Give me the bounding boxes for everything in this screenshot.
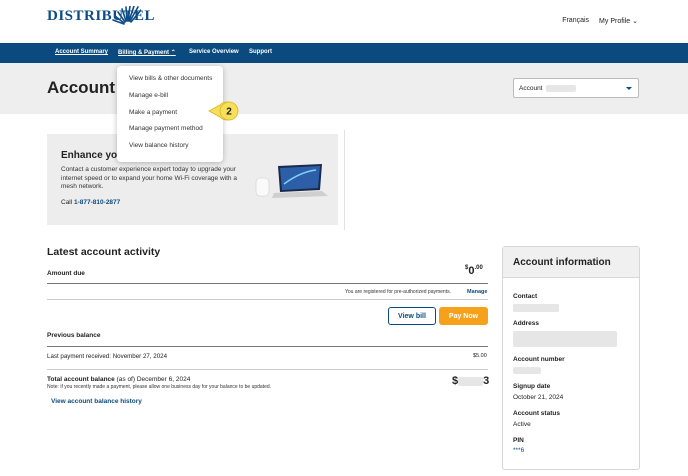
menu-item-view-balance-history[interactable]: View balance history xyxy=(129,142,189,149)
manage-link[interactable]: Manage xyxy=(467,289,487,295)
total-balance-date: (as of) December 6, 2024 xyxy=(116,376,191,383)
pin-label: PIN xyxy=(513,437,524,444)
menu-item-view-bills[interactable]: View bills & other documents xyxy=(129,75,212,82)
previous-balance-divider xyxy=(47,346,488,347)
total-redacted xyxy=(458,376,484,386)
total-balance-label-text: Total account balance xyxy=(47,376,115,383)
language-link[interactable]: Français xyxy=(562,17,589,25)
activity-title: Latest account activity xyxy=(47,246,161,258)
nav-service-overview[interactable]: Service Overview xyxy=(189,49,239,55)
contact-label: Contact xyxy=(513,293,538,300)
signup-date-label: Signup date xyxy=(513,383,551,390)
amount-divider xyxy=(47,283,488,284)
account-status-label: Account status xyxy=(513,410,560,417)
step-callout-badge: 2 xyxy=(208,101,239,121)
last-payment-text: Last payment received: November 27, 2024 xyxy=(47,353,168,360)
signup-date-value: October 21, 2024 xyxy=(513,394,564,401)
phone-link[interactable]: 1-877-810-2877 xyxy=(74,199,120,206)
balance-history-link[interactable]: View account balance history xyxy=(51,398,142,405)
account-status-value: Active xyxy=(513,421,531,428)
preauth-text: You are registered for pre-authorized pa… xyxy=(345,289,451,295)
total-balance-value: $ 3 xyxy=(452,375,489,387)
last-payment-amount: $5.00 xyxy=(473,353,487,359)
menu-item-manage-ebill[interactable]: Manage e-bill xyxy=(129,92,168,99)
menu-item-make-payment[interactable]: Make a payment xyxy=(129,109,177,116)
account-number-label: Account number xyxy=(513,356,565,363)
account-number-redacted xyxy=(513,367,541,374)
view-bill-button[interactable]: View bill xyxy=(388,307,436,325)
chevron-up-icon: ⌃ xyxy=(170,50,176,56)
nav-billing-payment[interactable]: Billing & Payment ⌃ xyxy=(118,49,176,56)
my-profile-menu[interactable]: My Profile ⌄ xyxy=(599,17,638,25)
preauth-divider xyxy=(47,299,488,300)
menu-item-manage-payment-method[interactable]: Manage payment method xyxy=(129,125,203,132)
account-info-card: Account information Contact Address Acco… xyxy=(502,246,640,470)
chevron-down-icon: ⌄ xyxy=(632,18,638,25)
nav-account-summary[interactable]: Account Summary xyxy=(55,49,108,55)
distributel-logo[interactable]: DISTRIBUTEL xyxy=(47,6,155,25)
account-info-title: Account information xyxy=(513,257,611,268)
main-nav: Account Summary Billing & Payment ⌃ Serv… xyxy=(0,43,688,63)
amount-due-cents: .00 xyxy=(474,265,483,271)
top-links: Français My Profile ⌄ xyxy=(562,17,638,25)
promo-call: Call 1-877-810-2877 xyxy=(61,199,120,206)
last-payment-divider xyxy=(47,369,488,370)
promo-title: Enhance you xyxy=(61,150,124,161)
nav-billing-payment-label: Billing & Payment xyxy=(118,50,170,56)
address-label: Address xyxy=(513,320,540,327)
contact-redacted xyxy=(513,304,559,312)
caret-down-icon xyxy=(626,87,632,90)
account-number-redacted xyxy=(546,85,577,92)
vertical-divider xyxy=(344,130,345,230)
nav-support[interactable]: Support xyxy=(249,49,272,55)
total-suffix: 3 xyxy=(483,375,490,387)
total-balance-note: Note: if you recently made a payment, pl… xyxy=(47,384,272,390)
logo-sunburst-icon xyxy=(112,6,141,25)
account-info-header: Account information xyxy=(503,247,639,278)
laptop-router-illustration xyxy=(255,164,328,198)
account-select[interactable]: Account xyxy=(513,78,639,98)
total-balance-label: Total account balance (as of) December 6… xyxy=(47,376,190,383)
promo-body: Contact a customer experience expert tod… xyxy=(61,166,237,190)
pay-now-button[interactable]: Pay Now xyxy=(439,307,488,325)
amount-due-label: Amount due xyxy=(47,270,85,277)
address-redacted xyxy=(513,331,617,347)
account-select-label: Account xyxy=(519,85,543,93)
amount-due-value: $0.00 xyxy=(465,265,483,277)
call-prefix: Call xyxy=(61,199,73,206)
pin-value[interactable]: ***6 xyxy=(513,447,524,454)
my-profile-label: My Profile xyxy=(599,18,631,25)
top-bar: DISTRIBUTEL Français My Profile ⌄ xyxy=(0,0,688,43)
previous-balance-label: Previous balance xyxy=(47,332,101,339)
callout-number: 2 xyxy=(226,107,232,118)
